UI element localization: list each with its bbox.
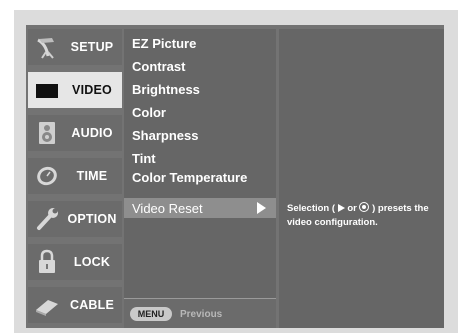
menu-item-label: AUDIO [71,126,113,140]
help-text-middle: or [347,203,360,214]
menu-item-label: TIME [76,169,108,183]
wrench-icon [34,206,60,232]
list-item-contrast[interactable]: Contrast [124,56,276,76]
menu-item-time[interactable]: TIME [28,158,122,194]
enter-circle-icon [359,202,370,212]
menu-item-label: LOCK [73,255,111,269]
menu-item-setup[interactable]: SETUP [28,29,122,65]
list-item-ez-picture[interactable]: EZ Picture [124,33,276,53]
right-triangle-icon [337,204,345,212]
padlock-icon [34,249,60,275]
speaker-icon [34,120,60,146]
video-settings-list: EZ Picture Contrast Brightness Color Sha… [124,29,276,328]
satellite-dish-icon [34,34,60,60]
menu-item-option[interactable]: OPTION [28,201,122,237]
list-item-tint[interactable]: Tint [124,148,276,168]
cable-icon [34,292,60,318]
footer-bar: MENU Previous [124,299,276,328]
list-item-color-temperature[interactable]: Color Temperature [124,167,276,187]
main-menu: SETUP VIDEO AUDIO TIME OPTION LOCK CABLE [26,25,122,328]
arrow-right-icon [257,202,266,214]
help-pane: Selection ( or ) presets the video confi… [279,29,444,328]
menu-key-button[interactable]: MENU [130,307,172,321]
menu-item-label: OPTION [67,212,117,226]
help-text-prefix: Selection ( [287,203,336,214]
osd-menu: SETUP VIDEO AUDIO TIME OPTION LOCK CABLE… [26,25,444,328]
clock-icon [34,163,60,189]
list-item-video-reset[interactable]: Video Reset [124,198,276,218]
menu-item-video[interactable]: VIDEO [28,72,122,108]
menu-item-label: CABLE [69,298,115,312]
menu-item-label: VIDEO [72,83,112,97]
list-item-color[interactable]: Color [124,102,276,122]
menu-item-audio[interactable]: AUDIO [28,115,122,151]
help-text: Selection ( or ) presets the video confi… [287,202,437,230]
previous-label: Previous [180,308,223,320]
menu-item-cable[interactable]: CABLE [28,287,122,323]
list-item-brightness[interactable]: Brightness [124,79,276,99]
menu-item-lock[interactable]: LOCK [28,244,122,280]
list-item-sharpness[interactable]: Sharpness [124,125,276,145]
menu-item-label: SETUP [70,40,114,54]
tv-screen-icon [34,77,60,103]
list-item-label: Video Reset [132,200,203,216]
